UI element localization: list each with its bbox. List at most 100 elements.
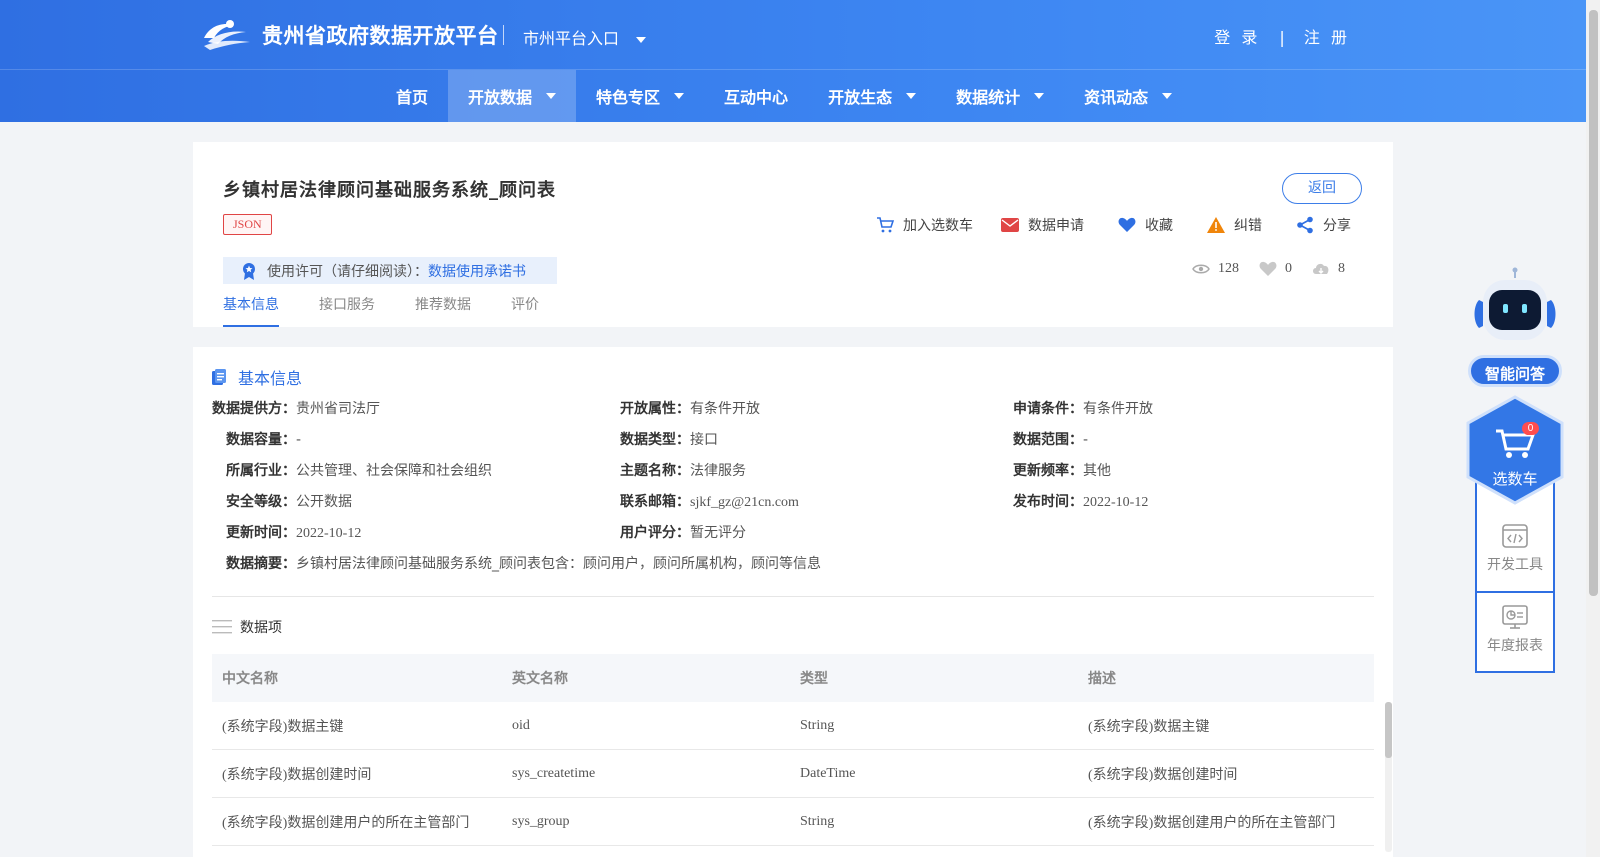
tab-2[interactable]: 推荐数据	[415, 290, 471, 327]
city-platform-dropdown[interactable]: 市州平台入口	[523, 25, 647, 49]
info-value: 公开数据	[296, 494, 352, 510]
dev-tools-button[interactable]: 开发工具	[1477, 524, 1553, 574]
nav-item-2[interactable]: 特色专区	[576, 70, 704, 122]
tab-0[interactable]: 基本信息	[223, 290, 279, 327]
title-divider	[503, 25, 504, 45]
add-to-cart-button[interactable]: 加入选数车	[876, 214, 973, 236]
report-error-button[interactable]: 纠错	[1207, 214, 1262, 236]
basic-info-heading: 基本信息	[212, 365, 302, 389]
report-error-label: 纠错	[1234, 218, 1262, 234]
info-key: 发布时间：	[1013, 494, 1083, 510]
nav-item-1[interactable]: 开放数据	[448, 70, 577, 122]
table-cell: (系统字段)数据创建时间	[1088, 767, 1238, 783]
data-apply-button[interactable]: 数据申请	[1001, 214, 1084, 236]
info-frequency: 更新频率：其他	[1013, 460, 1111, 480]
cart-label: 选数车	[1492, 470, 1538, 488]
column-header: 英文名称	[512, 671, 568, 687]
license-agreement-link[interactable]: 数据使用承诺书	[428, 261, 526, 281]
platform-logo-icon[interactable]	[200, 16, 252, 52]
info-value: 暂无评分	[690, 525, 746, 541]
info-key: 用户评分：	[620, 525, 690, 541]
info-capacity: 数据容量：-	[226, 429, 301, 449]
table-cell: (系统字段)数据主键	[1088, 719, 1210, 735]
eye-icon	[1192, 264, 1210, 274]
code-window-icon	[1502, 524, 1528, 548]
info-key: 开放属性：	[620, 401, 690, 417]
data-items-title: 数据项	[240, 620, 282, 636]
info-value: 2022-10-12	[296, 526, 362, 541]
info-key: 数据摘要：	[226, 556, 296, 572]
views-count: 128	[1218, 261, 1239, 276]
site-header: 贵州省政府数据开放平台 市州平台入口 登 录 | 注 册 首页 开放数据 特色专区 互…	[0, 0, 1586, 122]
basic-info-title: 基本信息	[238, 369, 303, 388]
info-provider: 数据提供方：贵州省司法厅	[212, 398, 380, 418]
license-label: 使用许可（请仔细阅读）：	[267, 263, 428, 280]
views-stat: 128	[1192, 261, 1239, 277]
info-value: 乡镇村居法律顾问基础服务系统_顾问表包含：顾问用户，顾问所属机构，顾问等信息	[296, 556, 821, 572]
dataset-header-card: 乡镇村居法律顾问基础服务系统_顾问表 JSON 返回 加入选数车 数据申请 收藏…	[193, 142, 1393, 327]
nav-item-label: 开放生态	[828, 88, 893, 107]
site-title[interactable]: 贵州省政府数据开放平台	[262, 20, 499, 50]
info-key: 数据类型：	[620, 432, 690, 448]
info-key: 更新时间：	[226, 525, 296, 541]
ai-qa-button[interactable]: 智能问答	[1468, 355, 1562, 387]
auth-links: 登 录 | 注 册	[1214, 24, 1350, 48]
info-key: 数据容量：	[226, 432, 296, 448]
column-header: 描述	[1088, 671, 1116, 687]
table-cell: sys_group	[512, 813, 570, 829]
page-scrollbar-thumb[interactable]	[1589, 10, 1598, 596]
info-publish: 发布时间：2022-10-12	[1013, 491, 1148, 511]
dataset-title: 乡镇村居法律顾问基础服务系统_顾问表	[223, 180, 556, 201]
chevron-down-icon	[1034, 93, 1045, 99]
info-value: 法律服务	[690, 463, 746, 479]
nav-item-label: 开放数据	[468, 88, 533, 107]
login-link[interactable]: 登 录	[1214, 28, 1260, 47]
annual-report-label: 年度报表	[1487, 638, 1543, 654]
info-email: 联系邮箱：sjkf_gz@21cn.com	[620, 491, 799, 511]
register-link[interactable]: 注 册	[1304, 28, 1350, 47]
table-row: (系统字段)数据创建时间 sys_createtime DateTime (系统…	[212, 750, 1374, 798]
nav-item-0[interactable]: 首页	[376, 70, 448, 122]
nav-item-label: 互动中心	[724, 88, 789, 107]
nav-item-4[interactable]: 开放生态	[808, 70, 936, 122]
license-bar: 使用许可（请仔细阅读）： 数据使用承诺书	[223, 257, 557, 284]
info-scope: 数据范围：-	[1013, 429, 1088, 449]
data-items-heading: 数据项	[212, 617, 282, 637]
heart-icon	[1118, 217, 1136, 232]
annual-report-button[interactable]: 年度报表	[1477, 605, 1553, 655]
share-button[interactable]: 分享	[1296, 214, 1351, 236]
nav-item-3[interactable]: 互动中心	[704, 70, 808, 122]
dev-tools-label: 开发工具	[1487, 557, 1543, 573]
info-value: 接口	[690, 432, 718, 448]
data-items-table: 中文名称 英文名称 类型 描述 (系统字段)数据主键 oid String (系…	[212, 654, 1392, 852]
dataset-actions: 加入选数车 数据申请 收藏 纠错 分享	[876, 214, 1379, 236]
info-summary: 数据摘要：乡镇村居法律顾问基础服务系统_顾问表包含：顾问用户，顾问所属机构，顾问…	[226, 553, 821, 573]
table-cell: String	[800, 717, 835, 733]
tab-3[interactable]: 评价	[511, 290, 539, 327]
info-key: 数据范围：	[1013, 432, 1083, 448]
nav-item-label: 资讯动态	[1084, 88, 1149, 107]
back-button[interactable]: 返回	[1282, 173, 1362, 204]
info-value: 有条件开放	[1083, 401, 1153, 417]
tab-1[interactable]: 接口服务	[319, 290, 375, 327]
robot-assistant-icon[interactable]	[1467, 266, 1563, 356]
page-scrollbar[interactable]	[1586, 0, 1600, 857]
add-to-cart-label: 加入选数车	[903, 218, 973, 234]
nav-item-5[interactable]: 数据统计	[936, 70, 1064, 122]
info-value: 其他	[1083, 463, 1111, 479]
mail-icon	[1001, 218, 1019, 232]
favorite-button[interactable]: 收藏	[1118, 214, 1173, 236]
dataset-stats: 128 0 8	[1192, 261, 1365, 277]
nav-item-label: 首页	[396, 88, 429, 107]
chevron-down-icon	[546, 93, 557, 99]
nav-item-6[interactable]: 资讯动态	[1064, 70, 1192, 122]
report-board-icon	[1502, 605, 1528, 629]
table-cell: String	[800, 813, 835, 829]
table-row: (系统字段)数据创建用户的所在主管部门 sys_group String (系统…	[212, 798, 1374, 846]
section-divider	[212, 596, 1374, 597]
table-header: 中文名称 英文名称 类型 描述	[212, 654, 1374, 702]
table-scrollbar-thumb[interactable]	[1385, 702, 1392, 758]
info-security: 安全等级：公开数据	[226, 491, 352, 511]
document-icon	[212, 369, 226, 385]
info-value: 公共管理、社会保障和社会组织	[296, 463, 492, 479]
